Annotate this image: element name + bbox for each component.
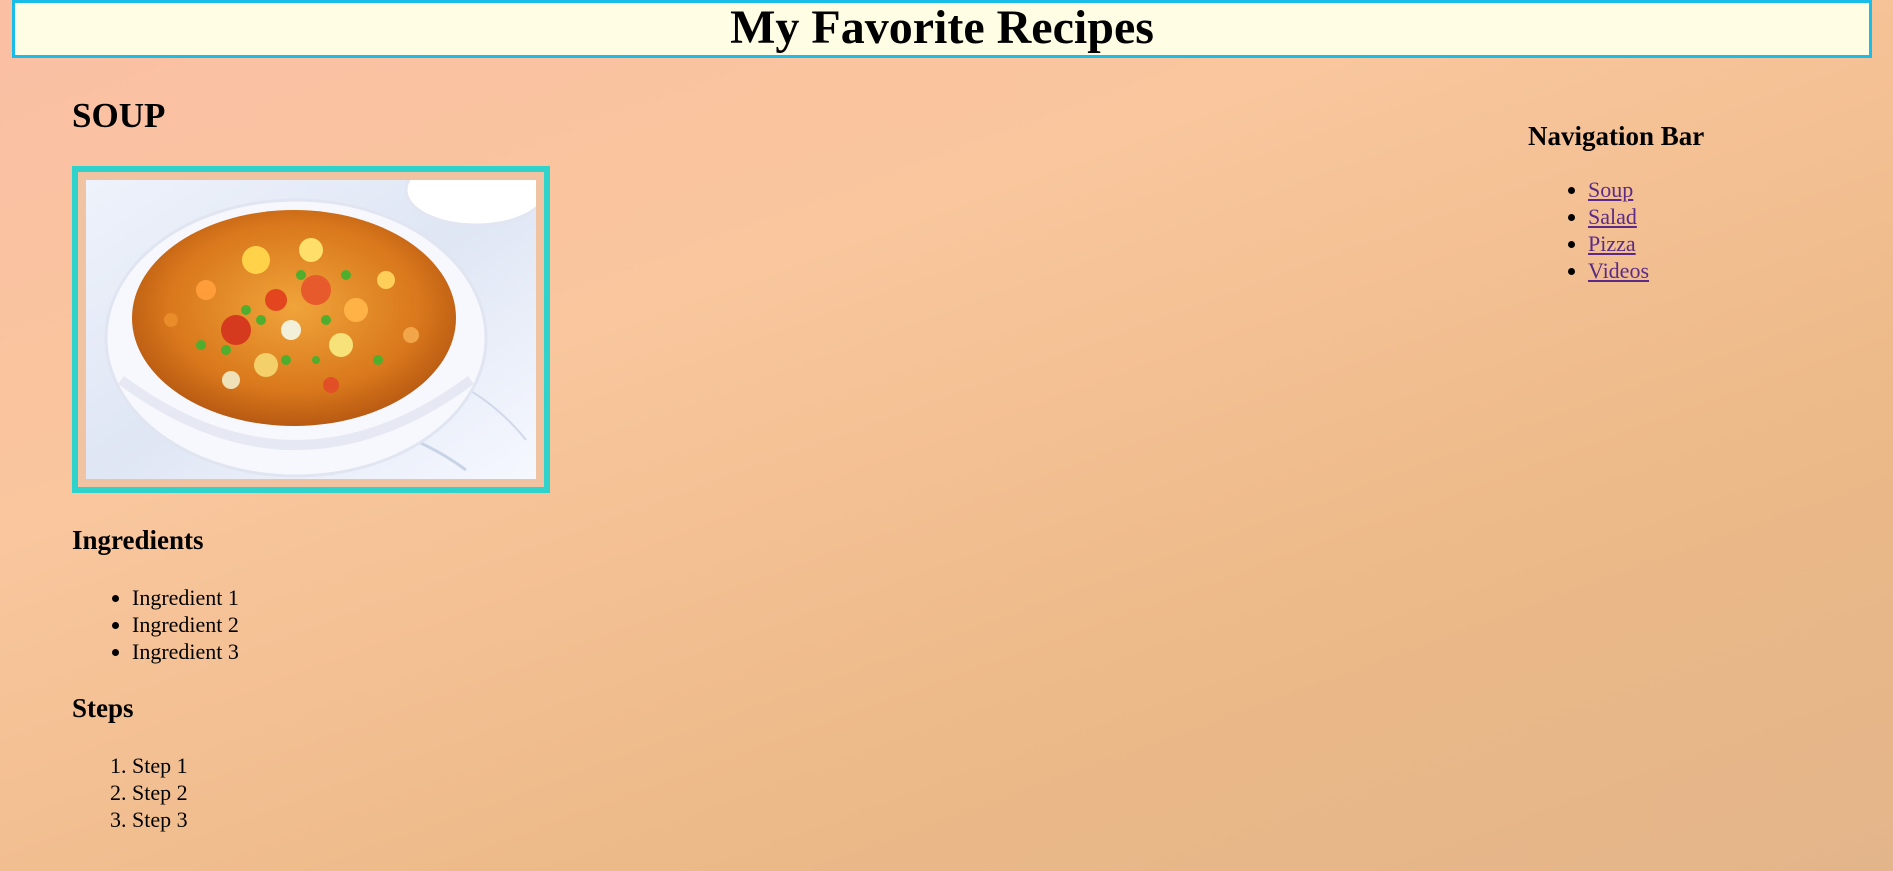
- nav-links: Soup Salad Pizza Videos: [1528, 176, 1848, 284]
- recipe-main: SOUP Ingredients • Ingredient 1 • Ingred…: [72, 96, 972, 832]
- nav-item-soup: Soup: [1588, 176, 1848, 203]
- navigation-heading: Navigation Bar: [1528, 121, 1705, 151]
- page-header: My Favorite Recipes: [12, 0, 1872, 58]
- ingredient-item: Ingredient 2: [132, 611, 239, 638]
- soup-image-frame: [72, 166, 550, 493]
- ingredients-list: Ingredient 1 Ingredient 2 Ingredient 3: [72, 584, 239, 665]
- nav-item-videos: Videos: [1588, 257, 1848, 284]
- nav-link-soup[interactable]: Soup: [1588, 177, 1633, 202]
- page-title: My Favorite Recipes: [730, 1, 1154, 54]
- step-item: Step 1: [132, 752, 188, 779]
- ingredients-heading: Ingredients: [72, 525, 204, 555]
- nav-link-salad[interactable]: Salad: [1588, 204, 1637, 229]
- ingredient-item: Ingredient 3: [132, 638, 239, 665]
- soup-image: [86, 180, 536, 479]
- nav-link-videos[interactable]: Videos: [1588, 258, 1649, 283]
- nav-item-salad: Salad: [1588, 203, 1848, 230]
- nav-link-pizza[interactable]: Pizza: [1588, 231, 1636, 256]
- navigation-bar: Navigation Bar Soup Salad Pizza Videos: [1528, 120, 1848, 284]
- recipe-section-title: SOUP: [72, 96, 166, 135]
- step-item: Step 3: [132, 806, 188, 833]
- steps-list: Step 1 Step 2 Step 3: [72, 752, 188, 833]
- ingredient-item: Ingredient 1: [132, 584, 239, 611]
- step-item: Step 2: [132, 779, 188, 806]
- nav-item-pizza: Pizza: [1588, 230, 1848, 257]
- steps-heading: Steps: [72, 693, 134, 723]
